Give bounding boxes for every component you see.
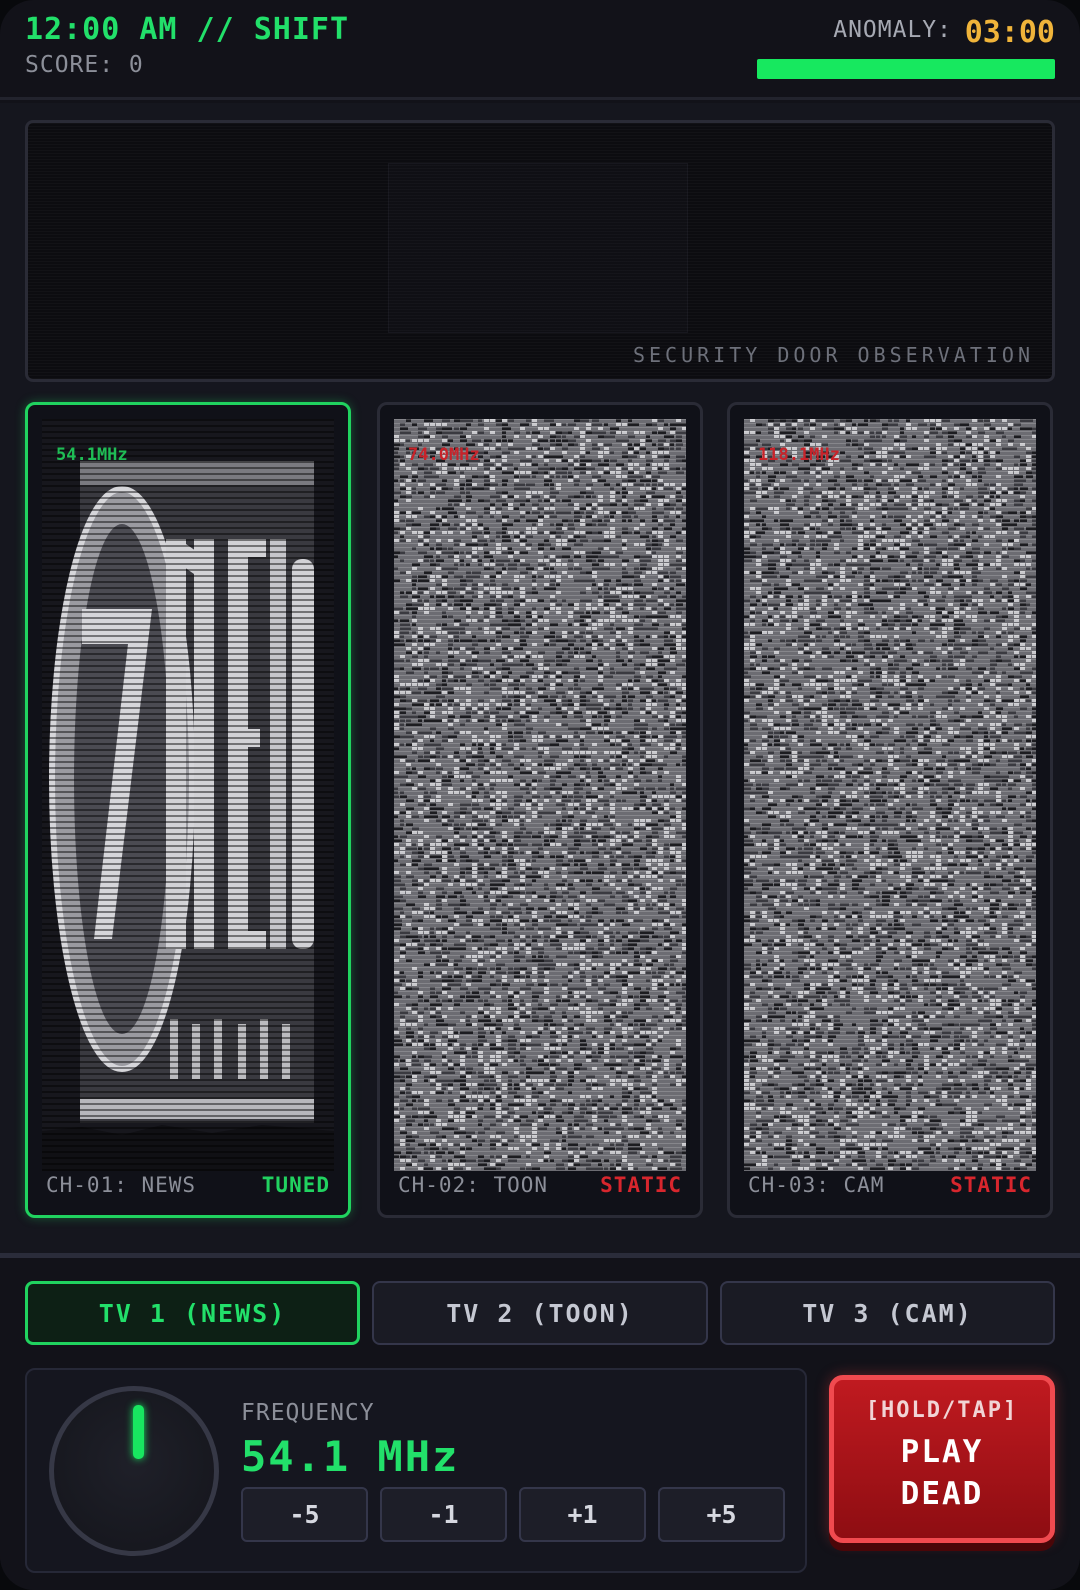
play-dead-label-1: PLAY [900, 1434, 984, 1470]
security-door-feed: SECURITY DOOR OBSERVATION [25, 120, 1055, 382]
play-dead-button[interactable]: [HOLD/TAP] PLAY DEAD [829, 1375, 1055, 1543]
tv-1-screen: 54.1MHz [42, 419, 334, 1171]
frequency-tuner: FREQUENCY 54.1 MHz -5 -1 +1 +5 [25, 1368, 807, 1573]
anomaly-label: ANOMALY: [833, 17, 952, 43]
step-minus-5-button[interactable]: -5 [241, 1487, 368, 1542]
tv-2-footer: CH-02: TOON STATIC [394, 1171, 686, 1201]
tv-2-status: STATIC [600, 1173, 682, 1197]
tv-3-channel: CH-03: CAM [748, 1173, 885, 1197]
tv-1-footer: CH-01: NEWS TUNED [42, 1171, 334, 1201]
tv-monitor-1[interactable]: 54.1MHz CH-01: NEWS TUNED [25, 402, 351, 1218]
tuning-knob[interactable] [49, 1386, 219, 1556]
knob-indicator [133, 1405, 144, 1459]
anomaly-progress-bar [757, 59, 1055, 79]
tab-tv-1[interactable]: TV 1 (NEWS) [25, 1281, 360, 1345]
tab-tv-2[interactable]: TV 2 (TOON) [372, 1281, 708, 1345]
tv-monitor-2[interactable]: 74.0MHz CH-02: TOON STATIC [377, 402, 703, 1218]
tv-2-frequency: 74.0MHz [408, 445, 480, 465]
news-logo-image [42, 419, 334, 1171]
static-noise [744, 419, 1036, 1171]
frequency-label: FREQUENCY [241, 1400, 375, 1426]
step-plus-5-button[interactable]: +5 [658, 1487, 785, 1542]
control-panel: TV 1 (NEWS) TV 2 (TOON) TV 3 (CAM) FREQU… [0, 1253, 1080, 1590]
shift-clock: 12:00 AM // SHIFT [25, 12, 350, 47]
tv-3-frequency: 118.1MHz [758, 445, 840, 465]
scanlines [28, 123, 1052, 379]
game-screen: 12:00 AM // SHIFT SCORE: 0 ANOMALY: 03:0… [0, 0, 1080, 1590]
monitor-area: SECURITY DOOR OBSERVATION 54.1MHz CH-01:… [0, 103, 1080, 1253]
hud-header: 12:00 AM // SHIFT SCORE: 0 ANOMALY: 03:0… [0, 0, 1080, 100]
anomaly-timer: 03:00 [964, 15, 1055, 50]
tv-3-screen: 118.1MHz [744, 419, 1036, 1171]
play-dead-label-2: DEAD [900, 1476, 984, 1512]
step-plus-1-button[interactable]: +1 [519, 1487, 646, 1542]
door-feed-label: SECURITY DOOR OBSERVATION [632, 343, 1034, 367]
tv-1-channel: CH-01: NEWS [46, 1173, 197, 1197]
tv-3-footer: CH-03: CAM STATIC [744, 1171, 1036, 1201]
tv-3-status: STATIC [950, 1173, 1032, 1197]
score-readout: SCORE: 0 [25, 52, 144, 78]
tab-tv-3[interactable]: TV 3 (CAM) [720, 1281, 1055, 1345]
tv-monitor-3[interactable]: 118.1MHz CH-03: CAM STATIC [727, 402, 1053, 1218]
frequency-value: 54.1 MHz [241, 1432, 460, 1481]
static-noise [394, 419, 686, 1171]
tv-2-screen: 74.0MHz [394, 419, 686, 1171]
play-dead-hint: [HOLD/TAP] [865, 1398, 1019, 1423]
tv-2-channel: CH-02: TOON [398, 1173, 549, 1197]
tv-1-status: TUNED [261, 1173, 330, 1197]
anomaly-progress-fill [757, 59, 1055, 79]
step-minus-1-button[interactable]: -1 [380, 1487, 507, 1542]
tv-1-frequency: 54.1MHz [56, 445, 128, 465]
